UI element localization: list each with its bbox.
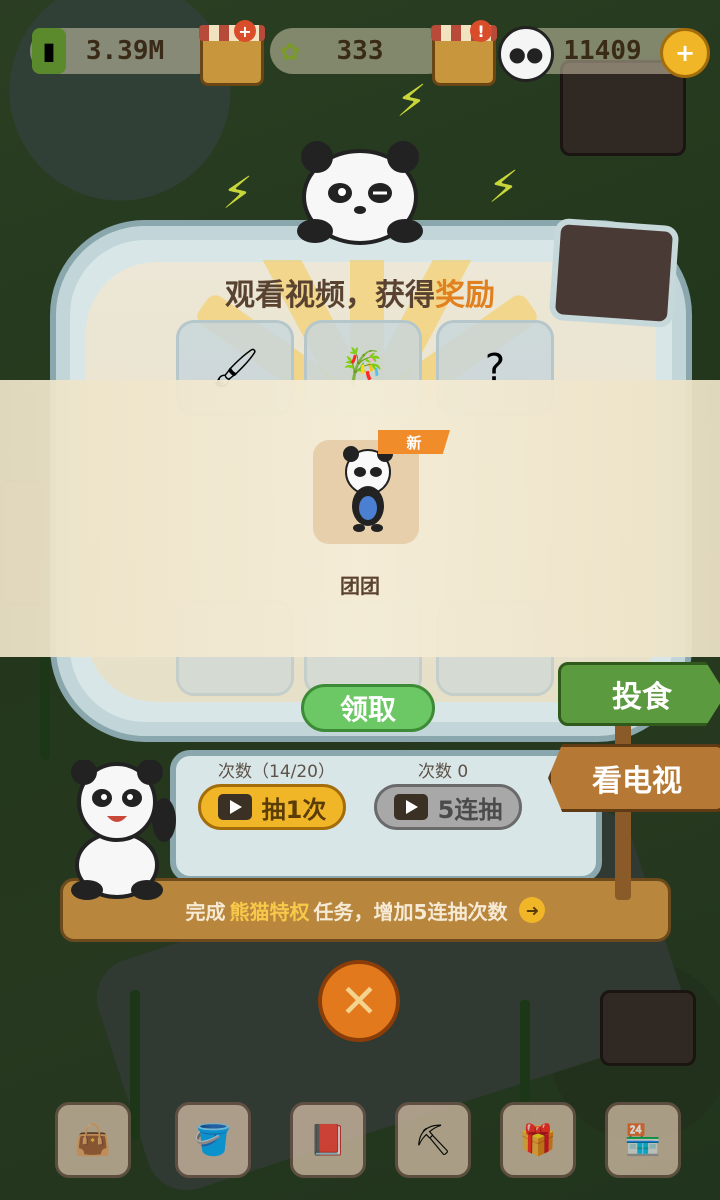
- lightning-icon: ⚡: [488, 162, 519, 213]
- single-draw-count: 次数（14/20）: [218, 762, 335, 782]
- single-draw-button[interactable]: 抽1次: [198, 784, 346, 830]
- dock-bag-icon[interactable]: 👜: [55, 1102, 131, 1178]
- machine-title: 观看视频，获得奖励: [0, 270, 720, 314]
- five-draw-label: 5连抽: [437, 795, 503, 824]
- dock-shop-icon[interactable]: 🏪: [605, 1102, 681, 1178]
- tv-sign-label: 看电视: [592, 764, 682, 799]
- new-tag-badge: 新: [378, 430, 450, 454]
- close-button[interactable]: ✕: [318, 960, 400, 1042]
- panda-tuantuan-icon: [343, 446, 393, 532]
- title-text: 观看视频，获得: [225, 278, 435, 313]
- panda-coin-count: 11409: [563, 36, 642, 66]
- claim-button[interactable]: 领取: [301, 684, 435, 732]
- dock-pickaxe-icon[interactable]: ⛏: [395, 1102, 471, 1178]
- dock-paint-icon[interactable]: 🪣: [175, 1102, 251, 1178]
- panda-mascot-top: [297, 141, 423, 245]
- plus-badge-icon: +: [234, 20, 256, 42]
- reward-item-card: [313, 440, 419, 544]
- resource-bar: 3.39M ▮ + 333 ✿ ! 11409 ●● +: [0, 18, 720, 86]
- watch-tv-sign-button[interactable]: 看电视: [548, 744, 720, 812]
- add-coin-icon[interactable]: +: [660, 28, 710, 78]
- feed-sign-label: 投食: [612, 680, 672, 715]
- video-play-icon: [393, 794, 428, 820]
- task-prefix: 完成: [185, 899, 226, 924]
- arrow-right-icon: ➜: [519, 897, 546, 923]
- bamboo-count: 3.39M: [85, 36, 165, 66]
- close-icon: ✕: [339, 974, 379, 1028]
- dock-menu-book-icon[interactable]: 📕: [290, 1102, 366, 1178]
- five-draw-button[interactable]: 5连抽: [374, 784, 522, 830]
- claim-label: 领取: [339, 693, 396, 726]
- shoot-count: 333: [336, 36, 384, 66]
- single-draw-label: 抽1次: [261, 795, 327, 824]
- bamboo-icon: ▮: [32, 28, 66, 74]
- lightning-icon: ⚡: [222, 168, 253, 219]
- dock-gift-icon[interactable]: 🎁: [500, 1102, 576, 1178]
- alert-badge-icon: !: [470, 20, 492, 42]
- title-highlight: 奖励: [435, 278, 495, 313]
- bamboo-shoot-icon: ✿: [279, 38, 301, 66]
- five-draw-count: 次数 0: [418, 762, 469, 782]
- task-suffix: 任务，增加5连抽次数: [313, 899, 508, 924]
- video-play-icon: [217, 794, 252, 820]
- feed-sign-button[interactable]: 投食: [558, 662, 720, 726]
- task-highlight: 熊猫特权: [229, 899, 310, 924]
- panda-coin-icon: ●●: [498, 26, 554, 82]
- panda-mascot-waving: [71, 760, 176, 900]
- lightning-icon: ⚡: [396, 76, 427, 127]
- reward-item-name: 团团: [340, 574, 380, 598]
